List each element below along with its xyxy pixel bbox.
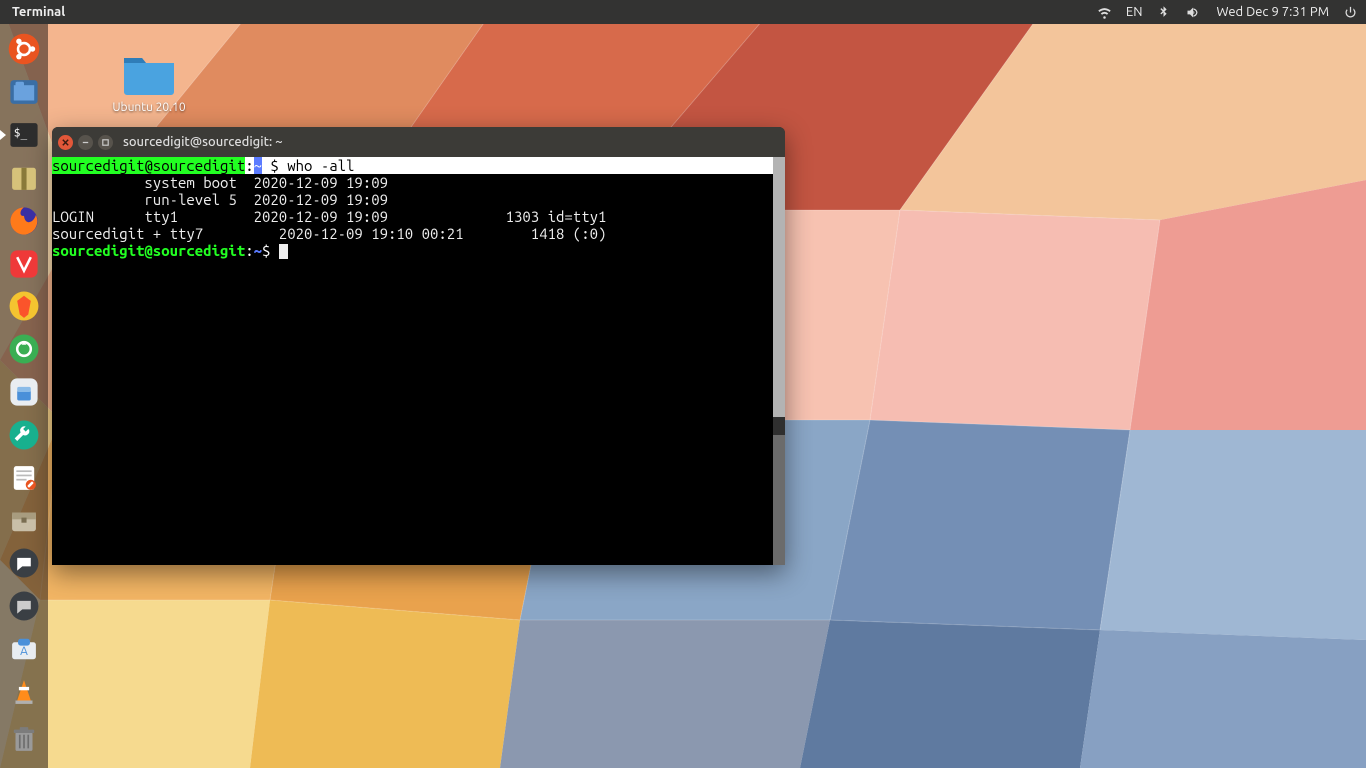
launcher-ubuntu-dash[interactable] [4,30,44,69]
terminal-line: run-level 5 2020-12-09 19:09 [52,191,773,208]
top-panel: Terminal EN Wed Dec 9 7:31 PM [0,0,1366,24]
terminal-line: system boot 2020-12-09 19:09 [52,174,773,191]
window-maximize-button[interactable] [98,135,113,150]
clock[interactable]: Wed Dec 9 7:31 PM [1216,5,1329,19]
launcher-software-store[interactable]: A [4,630,44,669]
terminal-line: LOGIN tty1 2020-12-09 19:09 1303 id=tty1 [52,208,773,225]
desktop-folder-ubuntu[interactable]: Ubuntu 20.10 [94,50,204,114]
launcher-trash[interactable] [4,719,44,758]
window-minimize-button[interactable] [78,135,93,150]
terminal-window: sourcedigit@sourcedigit: ~ sourcedigit@s… [52,127,785,565]
wifi-icon[interactable] [1097,5,1112,20]
terminal-window-title: sourcedigit@sourcedigit: ~ [123,135,283,149]
launcher-vlc[interactable] [4,672,44,711]
launcher-chat-app2[interactable] [4,587,44,626]
terminal-body[interactable]: sourcedigit@sourcedigit:~ $ who -all sys… [52,157,785,565]
volume-icon[interactable] [1185,5,1200,20]
launcher-gedit[interactable] [4,458,44,497]
launcher-files[interactable] [4,73,44,112]
terminal-line: sourcedigit@sourcedigit:~ $ who -all [52,157,773,174]
launcher-brave[interactable] [4,287,44,326]
launcher-archive[interactable] [4,158,44,197]
launcher-settings-wrench[interactable] [4,415,44,454]
power-icon[interactable] [1343,5,1358,20]
launcher-screenshot[interactable] [4,330,44,369]
launcher-firefox[interactable] [4,201,44,240]
terminal-titlebar[interactable]: sourcedigit@sourcedigit: ~ [52,127,785,157]
window-close-button[interactable] [58,135,73,150]
launcher-software-updater[interactable] [4,373,44,412]
launcher-archive-manager[interactable] [4,501,44,540]
desktop-folder-label: Ubuntu 20.10 [94,101,204,114]
input-language[interactable]: EN [1126,5,1143,19]
launcher-terminal[interactable]: $_ [4,116,44,155]
svg-text:A: A [20,645,28,658]
terminal-prompt-line: sourcedigit@sourcedigit:~$ [52,242,773,259]
terminal-cursor [279,244,288,259]
active-app-name: Terminal [12,5,65,19]
terminal-scrollbar[interactable] [773,157,785,565]
launcher-vivaldi[interactable] [4,244,44,283]
bluetooth-icon[interactable] [1156,5,1171,20]
terminal-line: sourcedigit + tty7 2020-12-09 19:10 00:2… [52,225,773,242]
launcher-chat-app[interactable] [4,544,44,583]
launcher-dock: $_ A [0,24,48,768]
svg-text:$_: $_ [14,127,28,140]
